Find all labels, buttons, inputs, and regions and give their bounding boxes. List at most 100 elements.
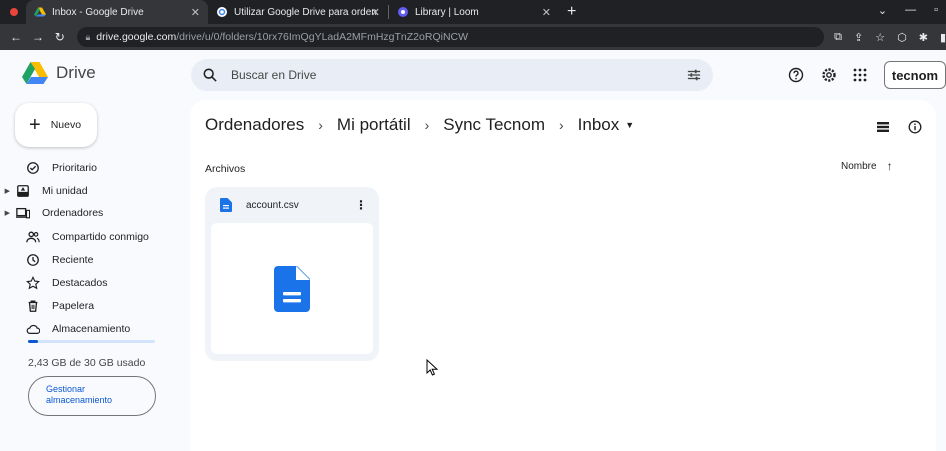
close-tab-icon[interactable]: ✕	[542, 6, 551, 19]
clock-icon	[27, 254, 39, 266]
drive-header: Drive Buscar en Drive tecnom	[0, 50, 946, 100]
browser-toolbar: ← → ↻ 🔒︎ drive.google.com/drive/u/0/fold…	[0, 24, 946, 50]
search-input[interactable]: Buscar en Drive	[231, 68, 316, 82]
sidebar-item-label: Ordenadores	[42, 207, 104, 219]
url-path: /drive/u/0/folders/10rx76ImQgYLadA2MFmHz…	[176, 31, 469, 43]
address-bar[interactable]: 🔒︎ drive.google.com/drive/u/0/folders/10…	[77, 27, 825, 47]
loom-favicon-icon	[398, 7, 408, 17]
computers-icon	[16, 207, 30, 219]
sidebar-item-label: Reciente	[52, 254, 94, 266]
puzzle-icon[interactable]: ✱	[919, 31, 928, 44]
sidebar-item-label: Mi unidad	[42, 185, 88, 197]
sidebar-item-label: Almacenamiento	[52, 323, 131, 335]
tab-inbox-google-drive[interactable]: Inbox - Google Drive ✕	[26, 0, 208, 24]
arrow-up-icon[interactable]: ↑	[887, 159, 893, 173]
bookmark-star-icon[interactable]: ☆	[875, 31, 885, 44]
breadcrumb-item-ordenadores[interactable]: Ordenadores	[205, 115, 304, 135]
account-button[interactable]: tecnom	[884, 61, 946, 89]
sidebar-item-reciente[interactable]: Reciente	[0, 249, 190, 271]
apps-grid-icon[interactable]	[852, 67, 868, 83]
more-options-icon[interactable]: ⋮	[355, 198, 367, 212]
plus-icon: +	[29, 114, 41, 136]
list-view-icon[interactable]	[876, 120, 890, 134]
breadcrumb: Ordenadores › Mi portátil › Sync Tecnom …	[205, 115, 634, 135]
app-name: Drive	[56, 63, 96, 82]
sort-label: Nombre	[841, 160, 877, 172]
sidebar-item-label: Prioritario	[52, 162, 97, 174]
manage-storage-button[interactable]: Gestionar almacenamiento	[28, 376, 156, 416]
help-icon[interactable]	[788, 67, 804, 83]
extension-icon[interactable]: ⬡	[897, 31, 907, 44]
chevron-right-icon: ›	[318, 117, 323, 133]
sidebar-item-almacenamiento[interactable]: Almacenamiento	[0, 318, 190, 340]
storage-bar	[28, 340, 155, 343]
sidebar-item-prioritario[interactable]: Prioritario	[0, 157, 190, 179]
sidebar-item-destacados[interactable]: Destacados	[0, 272, 190, 294]
shared-icon	[26, 231, 40, 243]
check-circle-icon	[27, 162, 39, 174]
sidebar-item-compartido[interactable]: Compartido conmigo	[0, 226, 190, 248]
close-tab-icon[interactable]: ✕	[371, 6, 380, 19]
search-icon[interactable]	[203, 68, 217, 82]
breadcrumb-item-mi-portatil[interactable]: Mi portátil	[337, 115, 411, 135]
star-icon	[26, 276, 40, 290]
trash-icon	[28, 300, 38, 312]
mouse-cursor-icon	[426, 359, 438, 376]
forward-icon[interactable]: →	[32, 30, 44, 44]
sidepanel-icon[interactable]: ▮	[940, 31, 946, 44]
install-app-icon[interactable]: ⧉	[834, 31, 842, 44]
file-name: account.csv	[246, 199, 299, 211]
toolbar-icons: ⧉ ⇪ ☆ ⬡ ✱ ▮	[834, 31, 946, 44]
dropdown-arrow-icon: ▼	[625, 120, 635, 130]
chevron-right-icon: ›	[424, 117, 430, 133]
chevron-right-icon: ›	[559, 117, 564, 133]
tab-title: Utilizar Google Drive para orden	[234, 6, 377, 18]
info-icon[interactable]	[908, 120, 922, 134]
chevron-down-icon[interactable]: ⌄	[878, 4, 887, 17]
new-button[interactable]: + Nuevo	[15, 103, 97, 147]
minimize-icon[interactable]: —	[905, 4, 916, 17]
sort-control[interactable]: Nombre ↑	[841, 159, 893, 173]
sidebar-item-papelera[interactable]: Papelera	[0, 295, 190, 317]
google-favicon-icon	[217, 7, 227, 17]
cloud-icon	[26, 324, 40, 334]
current-folder-name: Inbox	[577, 115, 620, 134]
file-card[interactable]: account.csv ⋮	[205, 187, 379, 361]
drive-logo-icon	[22, 62, 48, 84]
manage-storage-label-line1: Gestionar	[46, 384, 86, 394]
file-card-header: account.csv ⋮	[205, 187, 379, 223]
sidebar-item-ordenadores[interactable]: ▶ Ordenadores	[0, 202, 190, 224]
expand-caret-icon[interactable]: ▶	[0, 187, 10, 195]
search-options-icon[interactable]	[687, 68, 701, 82]
document-thumbnail-icon	[274, 265, 310, 312]
search-bar[interactable]: Buscar en Drive	[191, 59, 713, 91]
drive-logo[interactable]: Drive	[22, 62, 96, 84]
sidebar-item-mi-unidad[interactable]: ▶ Mi unidad	[0, 180, 190, 202]
maximize-icon[interactable]: ▫	[934, 4, 938, 17]
tab-library-loom[interactable]: Library | Loom ✕	[389, 0, 559, 24]
drive-app: Drive Buscar en Drive tecnom + Nuevo Pri…	[0, 50, 946, 451]
recording-indicator	[10, 8, 18, 16]
storage-bar-fill	[28, 340, 39, 343]
breadcrumb-item-sync-tecnom[interactable]: Sync Tecnom	[443, 115, 545, 135]
back-icon[interactable]: ←	[10, 30, 22, 44]
sidebar-item-label: Papelera	[52, 300, 95, 312]
tab-title: Inbox - Google Drive	[52, 6, 144, 18]
window-controls: ⌄ — ▫	[878, 4, 938, 17]
lock-icon: 🔒︎	[85, 31, 91, 42]
settings-icon[interactable]	[821, 67, 837, 83]
my-drive-icon	[17, 185, 29, 197]
document-icon	[220, 198, 232, 212]
file-thumbnail[interactable]	[211, 223, 373, 354]
storage-usage-text: 2,43 GB de 30 GB usado	[28, 357, 146, 369]
new-tab-button[interactable]: +	[567, 3, 576, 21]
main-content: Ordenadores › Mi portátil › Sync Tecnom …	[190, 100, 936, 451]
new-button-label: Nuevo	[50, 119, 82, 131]
breadcrumb-item-inbox[interactable]: Inbox ▼	[578, 115, 635, 135]
reload-icon[interactable]: ↻	[54, 30, 65, 44]
close-tab-icon[interactable]: ✕	[191, 6, 200, 19]
expand-caret-icon[interactable]: ▶	[0, 209, 10, 217]
tab-utilizar-google-drive[interactable]: Utilizar Google Drive para orden ✕	[208, 0, 388, 24]
browser-tab-bar: Inbox - Google Drive ✕ Utilizar Google D…	[0, 0, 946, 24]
share-icon[interactable]: ⇪	[854, 31, 863, 44]
